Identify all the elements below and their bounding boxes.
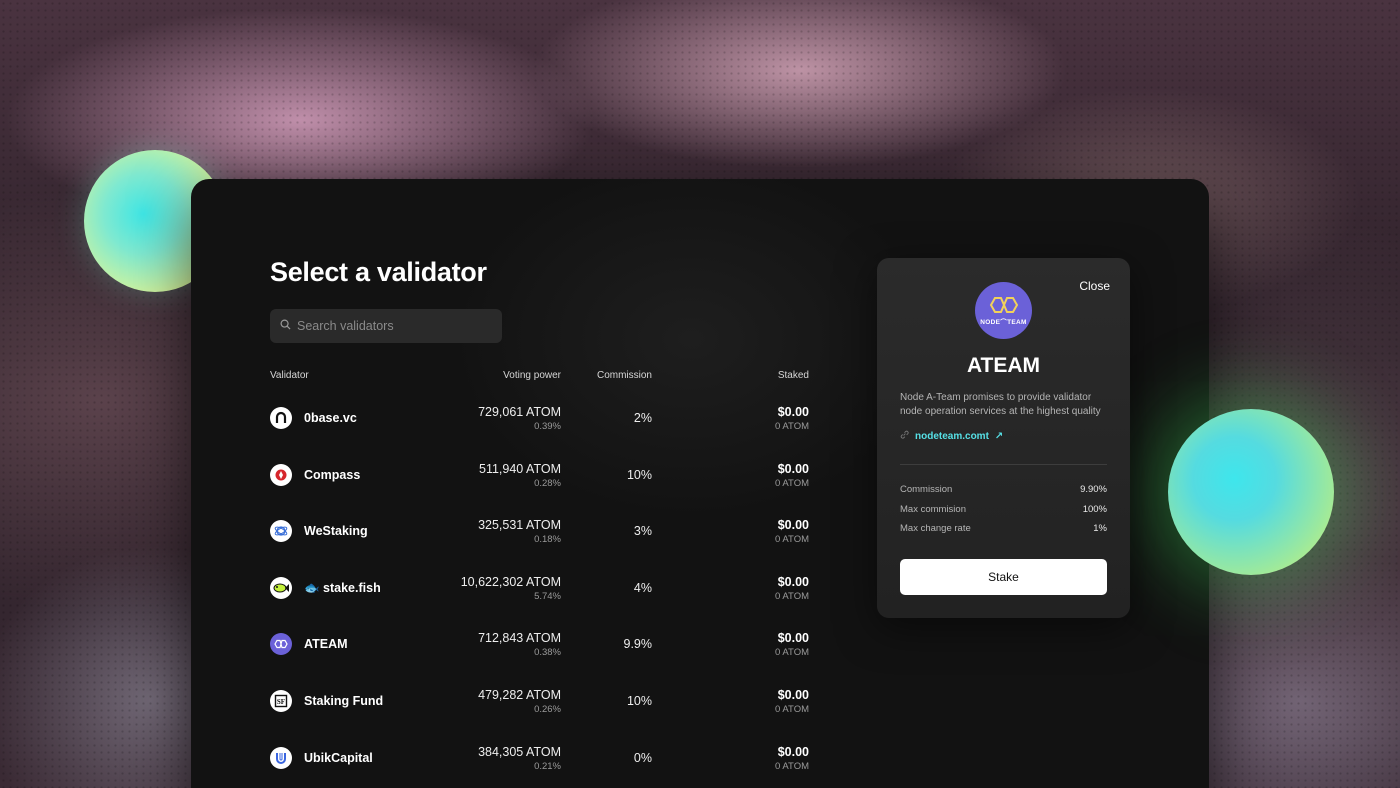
stat-label: Commission (900, 484, 953, 495)
validator-name: 0base.vc (304, 411, 357, 425)
staked-usd: $0.00 (777, 631, 809, 646)
stat-max-commission: Max commision 100% (900, 504, 1107, 515)
stat-label: Max change rate (900, 523, 971, 534)
svg-text:SF: SF (277, 698, 285, 706)
voting-power-percent: 0.18% (534, 534, 561, 546)
stat-label: Max commision (900, 504, 966, 515)
staked-atom: 0 ATOM (775, 421, 809, 432)
staked-atom: 0 ATOM (775, 477, 809, 489)
voting-power: 10,622,302 ATOM (460, 574, 561, 589)
search-icon (280, 317, 291, 335)
header-voting-power: Voting power (503, 370, 561, 381)
compass-logo-icon (270, 463, 292, 486)
table-row[interactable]: 🐟 stake.fish 10,622,302 ATOM 5.74% 4% $0.… (270, 562, 809, 619)
staked-atom: 0 ATOM (775, 647, 809, 659)
validator-detail-name: ATEAM (966, 354, 1041, 377)
link-icon (900, 430, 909, 442)
commission-value: 0% (633, 750, 652, 765)
westaking-logo-icon (270, 520, 292, 543)
staked-atom: 0 ATOM (775, 760, 809, 772)
website-link[interactable]: nodeteam.comt ↗ (900, 430, 1003, 442)
decorative-orb-right (1168, 409, 1334, 575)
header-validator: Validator (270, 370, 309, 381)
staked-atom: 0 ATOM (775, 534, 809, 546)
table-row[interactable]: ATEAM 712,843 ATOM 0.38% 9.9% $0.00 0 ATOM (270, 618, 809, 675)
table-row[interactable]: SF Staking Fund 479,282 ATOM 0.26% 10% $0… (270, 675, 809, 732)
logo-text: NODE⌒TEAM (980, 318, 1027, 326)
stat-commission: Commission 9.90% (900, 484, 1107, 495)
commission-value: 2% (633, 411, 652, 425)
voting-power-percent: 0.38% (534, 647, 561, 659)
validator-name: ATEAM (304, 637, 348, 652)
header-staked: Staked (777, 370, 809, 381)
voting-power: 325,531 ATOM (478, 518, 561, 533)
table-row[interactable]: 0base.vc 729,061 ATOM 0.39% 2% $0.00 0 ATO… (270, 392, 809, 449)
voting-power-percent: 0.28% (534, 477, 561, 489)
voting-power: 712,843 ATOM (478, 631, 561, 646)
stat-value: 100% (1082, 504, 1107, 515)
ateam-logo-icon: NODE⌒TEAM (975, 282, 1032, 339)
staked-usd: $0.00 (777, 518, 809, 533)
voting-power: 479,282 ATOM (478, 687, 561, 702)
ubikcapital-logo-icon (270, 746, 292, 769)
stakingfund-logo-icon: SF (270, 689, 292, 712)
voting-power-percent: 5.74% (534, 590, 561, 602)
0base-logo-icon (270, 407, 292, 429)
commission-value: 10% (626, 693, 652, 708)
stat-max-change-rate: Max change rate 1% (900, 523, 1107, 534)
validator-name: Compass (304, 467, 361, 482)
divider (900, 464, 1107, 465)
stakefish-logo-icon (270, 576, 292, 599)
commission-value: 10% (626, 467, 652, 482)
staked-usd: $0.00 (777, 744, 809, 759)
validator-name: Staking Fund (304, 693, 384, 708)
page-title: Select a validator (270, 257, 487, 287)
stat-value: 1% (1093, 523, 1107, 534)
stat-value: 9.90% (1080, 484, 1107, 495)
validator-name: UbikCapital (304, 750, 373, 765)
staked-usd: $0.00 (777, 405, 809, 419)
commission-value: 9.9% (623, 637, 653, 652)
table-row[interactable]: WeStaking 325,531 ATOM 0.18% 3% $0.00 0 AT… (270, 505, 809, 562)
voting-power-percent: 0.21% (534, 760, 561, 772)
voting-power: 384,305 ATOM (478, 744, 561, 759)
staked-usd: $0.00 (777, 687, 809, 702)
staked-usd: $0.00 (777, 574, 809, 589)
validator-name: WeStaking (304, 524, 368, 539)
validator-name: 🐟 stake.fish (304, 580, 381, 595)
ateam-logo-icon (270, 633, 292, 656)
validator-detail-card: Close NODE⌒TEAM ATEAM Node A-Team promis… (877, 258, 1130, 618)
voting-power-percent: 0.39% (534, 421, 561, 432)
website-link-text: nodeteam.comt (915, 430, 989, 442)
staked-atom: 0 ATOM (775, 590, 809, 602)
header-commission: Commission (596, 370, 652, 381)
stake-button[interactable]: Stake (900, 559, 1107, 595)
search-input[interactable] (297, 319, 497, 333)
table-row[interactable]: Compass 511,940 ATOM 0.28% 10% $0.00 0 ATO… (270, 449, 809, 506)
search-box[interactable] (270, 309, 502, 343)
table-header: Validator Voting power Commission Staked (270, 370, 809, 384)
staked-usd: $0.00 (777, 461, 809, 476)
validator-list: 0base.vc 729,061 ATOM 0.39% 2% $0.00 0 ATO… (270, 392, 809, 788)
commission-value: 3% (633, 524, 652, 539)
validator-description: Node A-Team promises to provide validato… (900, 392, 1101, 417)
voting-power-percent: 0.26% (534, 703, 561, 715)
close-button[interactable]: Close (1079, 279, 1110, 293)
voting-power: 729,061 ATOM (478, 405, 561, 419)
table-row[interactable]: UbikCapital 384,305 ATOM 0.21% 0% $0.00 0 … (270, 732, 809, 788)
voting-power: 511,940 ATOM (479, 461, 561, 476)
external-arrow-icon: ↗ (994, 430, 1004, 442)
commission-value: 4% (633, 580, 652, 595)
staked-atom: 0 ATOM (775, 703, 809, 715)
